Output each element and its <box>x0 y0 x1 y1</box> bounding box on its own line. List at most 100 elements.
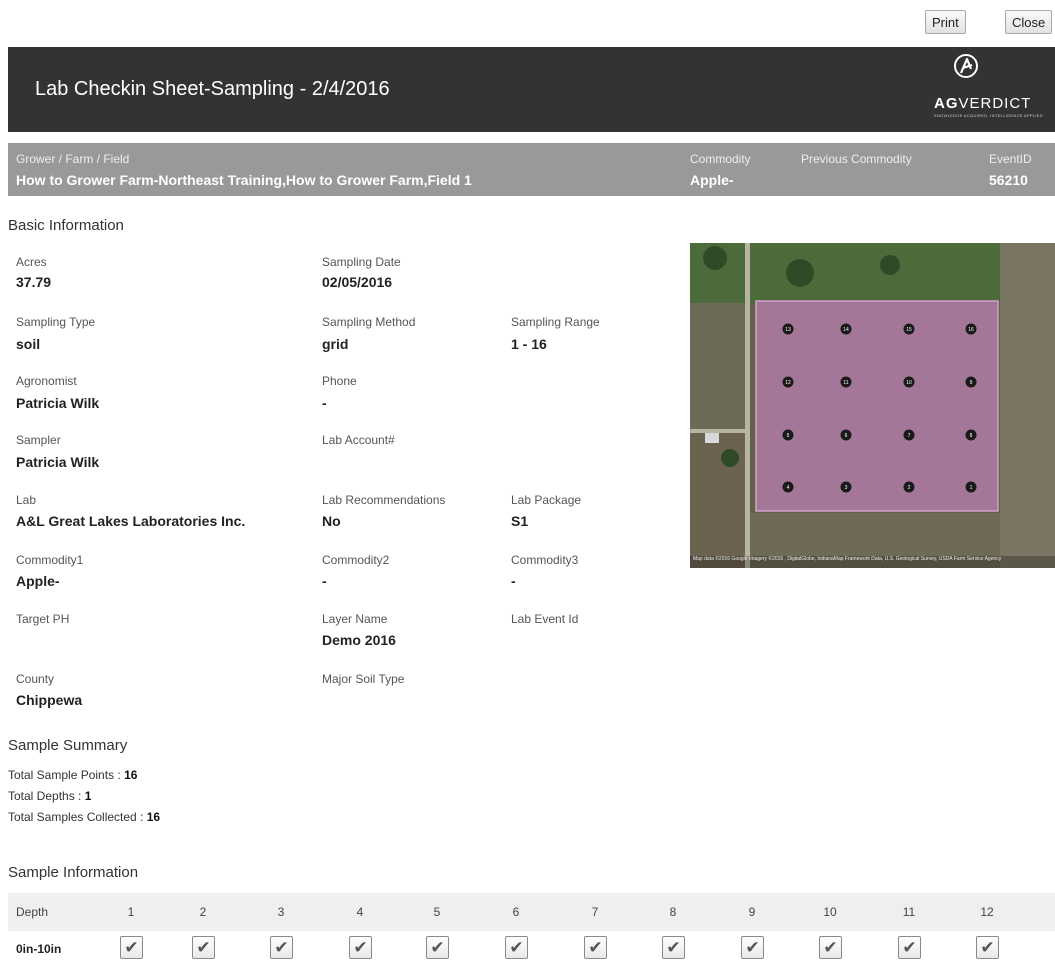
previous-commodity-label: Previous Commodity <box>801 152 912 166</box>
depth-column-header: Depth <box>16 905 49 919</box>
sample-point-label: 2 <box>908 485 911 491</box>
sample-column-header: 5 <box>433 905 441 919</box>
map-attribution: Map data ©2016 Google Imagery ©2016 , Di… <box>693 556 1002 562</box>
sample-point-label: 8 <box>970 433 973 439</box>
lab-package-value: S1 <box>511 513 529 529</box>
sample-point-label: 6 <box>845 433 848 439</box>
sample-summary-heading: Sample Summary <box>8 737 128 754</box>
agronomist-label: Agronomist <box>16 374 77 388</box>
county-value: Chippewa <box>16 692 83 708</box>
sample-point-label: 3 <box>845 485 848 491</box>
sampling-method-label: Sampling Method <box>322 315 416 329</box>
commodity3-value: - <box>511 573 516 589</box>
phone-value: - <box>322 395 327 411</box>
lab-package-label: Lab Package <box>511 493 582 507</box>
sample-column-header: 6 <box>512 905 520 919</box>
lab-event-id-label: Lab Event Id <box>511 612 579 626</box>
grower-label: Grower / Farm / Field <box>16 152 130 166</box>
commodity2-value: - <box>322 573 327 589</box>
sample-checkbox[interactable]: ✔ <box>584 936 607 959</box>
sample-checkbox[interactable]: ✔ <box>192 936 215 959</box>
table-row: 0in-10in ✔ ✔ ✔ ✔ ✔ ✔ ✔ ✔ ✔ ✔ ✔ ✔ <box>8 932 1055 972</box>
sample-checkbox[interactable]: ✔ <box>819 936 842 959</box>
sample-point-label: 12 <box>785 380 791 386</box>
page-header: Lab Checkin Sheet-Sampling - 2/4/2016 AG… <box>8 47 1055 132</box>
target-ph-label: Target PH <box>16 612 70 626</box>
phone-label: Phone <box>322 374 357 388</box>
county-label: County <box>16 672 55 686</box>
sampler-value: Patricia Wilk <box>16 454 100 470</box>
record-info-bar: Grower / Farm / Field How to Grower Farm… <box>8 143 1055 196</box>
sample-point-label: 9 <box>970 380 973 386</box>
sample-column-header: 9 <box>748 905 756 919</box>
sample-checkbox[interactable]: ✔ <box>741 936 764 959</box>
acres-label: Acres <box>16 255 47 269</box>
sample-checkbox[interactable]: ✔ <box>898 936 921 959</box>
commodity1-value: Apple- <box>16 573 60 589</box>
major-soil-type-label: Major Soil Type <box>322 672 405 686</box>
sample-checkbox[interactable]: ✔ <box>505 936 528 959</box>
sampling-type-value: soil <box>16 336 41 352</box>
sample-point-label: 16 <box>968 327 974 333</box>
field-boundary <box>755 300 999 512</box>
commodity-label: Commodity <box>690 152 751 166</box>
sample-point-label: 11 <box>843 380 848 386</box>
sample-point-label: 5 <box>787 433 790 439</box>
sample-point-label: 1 <box>970 485 973 491</box>
event-id-label: EventID <box>989 152 1032 166</box>
lab-account-label: Lab Account# <box>322 433 395 447</box>
sample-column-header: 1 <box>127 905 135 919</box>
sample-checkbox[interactable]: ✔ <box>120 936 143 959</box>
field-map-image: 13 14 15 16 12 11 10 9 5 6 7 8 4 3 2 1 <box>690 243 1055 568</box>
sample-checkbox[interactable]: ✔ <box>662 936 685 959</box>
total-samples-collected: Total Samples Collected : 16 <box>8 810 161 824</box>
field-map[interactable]: 13 14 15 16 12 11 10 9 5 6 7 8 4 3 2 1 Map data ©2016 G… <box>690 243 1055 568</box>
sampling-range-label: Sampling Range <box>511 315 600 329</box>
sampling-method-value: grid <box>322 336 349 352</box>
logo-tagline: KNOWLEDGE ACQUIRED, INTELLIGENCE APPLIED <box>934 113 1043 118</box>
sample-point-label: 4 <box>787 485 790 491</box>
sample-column-header: 7 <box>591 905 599 919</box>
sample-point-label: 10 <box>906 380 912 386</box>
sample-checkbox[interactable]: ✔ <box>270 936 293 959</box>
sampling-date-label: Sampling Date <box>322 255 401 269</box>
page-title: Lab Checkin Sheet-Sampling - 2/4/2016 <box>35 78 390 100</box>
commodity-value: Apple- <box>690 172 734 188</box>
sample-point-label: 14 <box>843 327 849 333</box>
sample-column-header: 11 <box>902 905 916 919</box>
sample-point-label: 7 <box>908 433 911 439</box>
lab-value: A&L Great Lakes Laboratories Inc. <box>16 513 246 529</box>
logo-wordmark: AGVERDICT <box>934 95 1032 112</box>
sample-point-label: 13 <box>785 327 791 333</box>
sample-point-label: 15 <box>906 327 912 333</box>
sampler-label: Sampler <box>16 433 61 447</box>
lab-recommendations-label: Lab Recommendations <box>322 493 446 507</box>
acres-value: 37.79 <box>16 274 52 290</box>
sampling-type-label: Sampling Type <box>16 315 96 329</box>
sampling-range-value: 1 - 16 <box>511 336 547 352</box>
agronomist-value: Patricia Wilk <box>16 395 100 411</box>
sample-column-header: 3 <box>277 905 285 919</box>
depth-cell: 0in-10in <box>16 942 62 956</box>
total-depths: Total Depths : 1 <box>8 789 92 803</box>
sample-checkbox[interactable]: ✔ <box>349 936 372 959</box>
print-button[interactable]: Print <box>925 10 966 34</box>
lab-label: Lab <box>16 493 37 507</box>
sample-column-header: 10 <box>823 905 837 919</box>
sample-column-header: 2 <box>199 905 207 919</box>
lab-recommendations-value: No <box>322 513 341 529</box>
commodity3-label: Commodity3 <box>511 553 579 567</box>
close-button[interactable]: Close <box>1005 10 1053 34</box>
layer-name-label: Layer Name <box>322 612 388 626</box>
basic-info-heading: Basic Information <box>8 217 124 234</box>
event-id-value: 56210 <box>989 172 1028 188</box>
sample-info-heading: Sample Information <box>8 864 139 881</box>
sample-column-header: 4 <box>356 905 364 919</box>
sample-checkbox[interactable]: ✔ <box>976 936 999 959</box>
grower-value: How to Grower Farm-Northeast Training,Ho… <box>16 172 472 188</box>
total-sample-points: Total Sample Points : 16 <box>8 768 138 782</box>
commodity2-label: Commodity2 <box>322 553 390 567</box>
agverdict-logo-icon <box>954 54 978 78</box>
sample-checkbox[interactable]: ✔ <box>426 936 449 959</box>
sample-column-header: 12 <box>980 905 994 919</box>
